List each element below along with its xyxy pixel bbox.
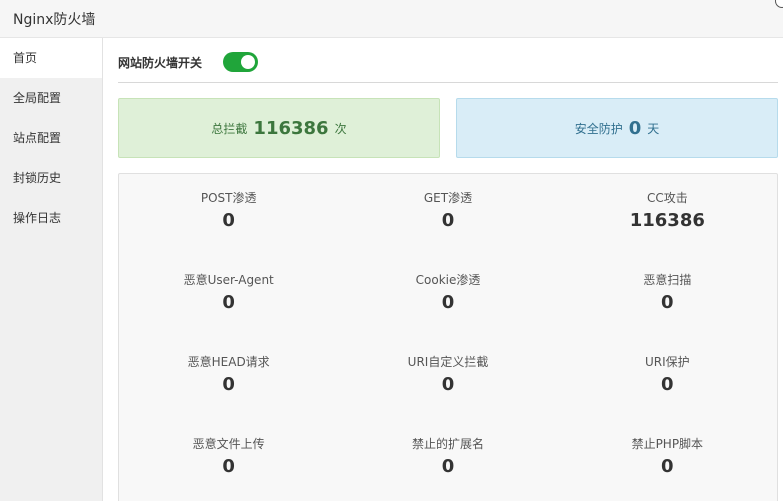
close-icon[interactable] [775,0,783,8]
stat-label: 禁止PHP脚本 [631,437,704,451]
stat-label: 恶意文件上传 [192,437,265,451]
safe-days-box: 安全防护 0 天 [456,98,778,158]
sidebar-item-home[interactable]: 首页 [0,38,102,78]
stat-label: POST渗透 [200,191,257,205]
sidebar-item-block-history[interactable]: 封锁历史 [0,158,102,198]
stat-malicious-upload: 恶意文件上传 0 [119,434,338,501]
stat-value: 0 [661,292,674,313]
total-blocked-value: 116386 [253,117,329,139]
stat-value: 0 [441,210,455,231]
stat-malicious-scan: 恶意扫描 0 [558,270,777,352]
total-blocked-box: 总拦截 116386 次 [118,98,440,158]
safe-days-label: 安全防护 [574,121,623,136]
stat-forbidden-php: 禁止PHP脚本 0 [558,434,777,501]
stat-label: GET渗透 [423,191,473,205]
stat-uri-protect: URI保护 0 [558,352,777,434]
stat-label: 禁止的扩展名 [411,437,484,451]
main-content: 网站防火墙开关 总拦截 116386 次 安全防护 0 天 POST渗透 0 G… [103,38,783,501]
stat-value: 0 [222,374,235,395]
total-blocked-unit: 次 [334,121,347,136]
stat-label: CC攻击 [646,191,688,205]
stat-malicious-user-agent: 恶意User-Agent 0 [119,270,338,352]
stat-malicious-head: 恶意HEAD请求 0 [119,352,338,434]
stat-label: URI自定义拦截 [407,355,489,369]
window-titlebar: Nginx防火墙 [0,0,783,38]
stat-cookie-injection: Cookie渗透 0 [338,270,557,352]
stat-label: 恶意HEAD请求 [187,355,270,369]
stat-get-injection: GET渗透 0 [338,188,557,270]
stat-value: 0 [441,456,455,477]
stat-value: 0 [661,374,674,395]
stat-label: URI保护 [644,355,690,369]
sidebar: 首页 全局配置 站点配置 封锁历史 操作日志 [0,38,103,501]
window-title: Nginx防火墙 [13,12,96,28]
stat-label: 恶意扫描 [643,273,692,287]
sidebar-item-global-config[interactable]: 全局配置 [0,78,102,118]
stat-label: Cookie渗透 [415,273,481,287]
safe-days-value: 0 [628,117,642,139]
firewall-toggle[interactable] [223,52,258,72]
attack-stats-panel: POST渗透 0 GET渗透 0 CC攻击 116386 恶意User-Agen… [118,173,778,501]
stat-value: 0 [222,456,235,477]
stat-value: 0 [441,374,455,395]
sidebar-item-site-config[interactable]: 站点配置 [0,118,102,158]
stat-cc-attack: CC攻击 116386 [558,188,777,270]
total-blocked-label: 总拦截 [211,121,248,136]
safe-days-unit: 天 [647,121,660,136]
stat-value: 0 [222,210,235,231]
firewall-switch-row: 网站防火墙开关 [118,38,778,83]
stat-value: 0 [441,292,455,313]
stat-forbidden-ext: 禁止的扩展名 0 [338,434,557,501]
stat-value: 0 [661,456,674,477]
stat-value: 116386 [629,210,705,231]
stat-label: 恶意User-Agent [183,273,274,287]
firewall-switch-label: 网站防火墙开关 [118,56,203,70]
stat-uri-custom-block: URI自定义拦截 0 [338,352,557,434]
stat-value: 0 [222,292,235,313]
sidebar-item-operation-log[interactable]: 操作日志 [0,198,102,238]
stat-post-injection: POST渗透 0 [119,188,338,270]
toggle-knob [241,55,255,69]
